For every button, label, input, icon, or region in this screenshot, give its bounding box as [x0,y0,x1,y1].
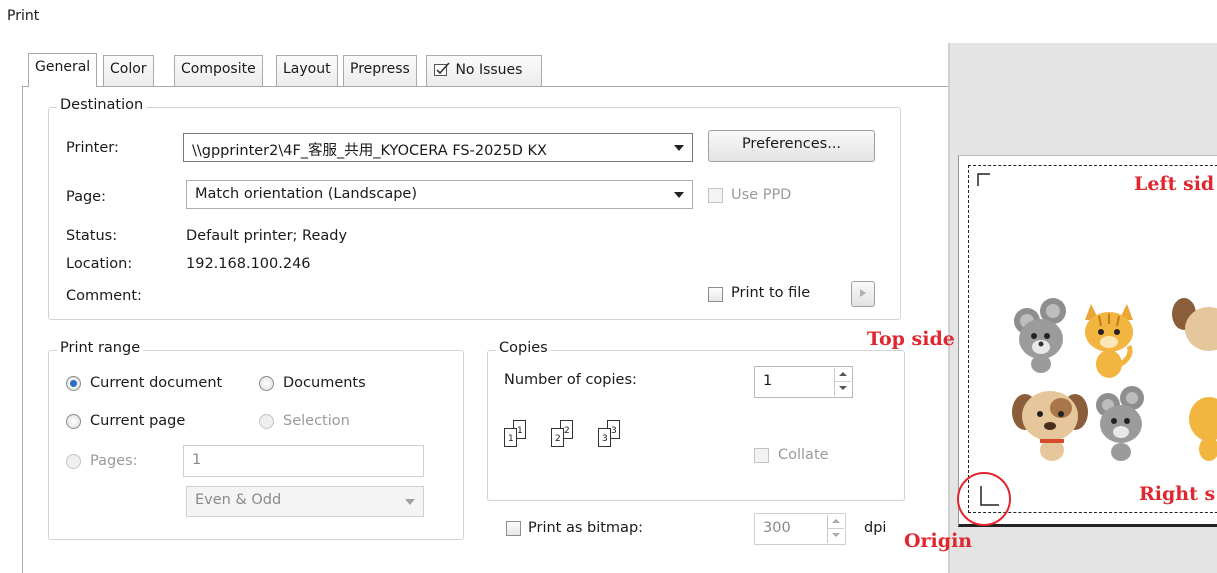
dpi-value: 300 [763,520,791,536]
cat-icon [1189,397,1217,461]
top-left-corner-mark-icon [977,173,990,186]
documents-label: Documents [283,375,366,391]
origin-highlight-circle-icon [957,472,1011,526]
status-label: Status: [66,228,118,244]
top-side-annotation: Top side [867,328,955,350]
tab-label: Color [110,61,147,77]
collate-page-back: 1 [504,428,517,447]
tab-general[interactable]: General [28,53,98,87]
right-side-annotation: Right s [1139,483,1216,505]
copies-stepper[interactable]: 1 [754,366,853,398]
selection-radio[interactable] [259,414,274,429]
tab-label: No Issues [455,62,523,78]
page-subset-select[interactable]: Even & Odd [186,486,424,517]
dpi-spin-buttons[interactable] [827,515,844,543]
printer-select-value: \\gpprinter2\4F_客服_共用_KYOCERA FS-2025D K… [192,143,547,159]
tab-prepress[interactable]: Prepress [343,55,417,86]
pages-label: Pages: [90,453,138,469]
tab-label: Composite [181,61,256,77]
current-document-radio[interactable] [66,376,81,391]
collate-page-back: 3 [598,428,611,447]
status-value: Default printer; Ready [186,228,348,244]
tab-label: General [35,59,91,75]
preferences-button[interactable]: Preferences... [708,130,875,162]
copies-legend: Copies [496,340,551,356]
chevron-down-icon [674,192,684,198]
page-select-value: Match orientation (Landscape) [195,186,417,202]
print-to-file-checkbox[interactable] [708,287,723,302]
use-ppd-label: Use PPD [731,187,792,203]
tab-composite[interactable]: Composite [174,55,263,86]
tab-color[interactable]: Color [103,55,154,86]
comment-label: Comment: [66,288,142,304]
mouse-icon [1096,386,1144,461]
chevron-down-icon [405,499,415,505]
play-right-icon [860,289,866,297]
left-side-annotation: Left sid [1134,173,1215,195]
increment-icon[interactable] [835,368,851,382]
page-subset-value: Even & Odd [195,492,282,508]
print-range-legend: Print range [57,340,144,356]
dog-icon [1012,391,1088,461]
dog-icon [1172,298,1217,351]
decrement-icon[interactable] [835,382,851,396]
copies-spin-buttons[interactable] [834,368,851,396]
current-page-label: Current page [90,413,186,429]
copies-value: 1 [763,373,773,389]
increment-icon[interactable] [828,515,844,529]
pages-radio[interactable] [66,454,81,469]
destination-legend: Destination [57,97,147,113]
print-file-browse-button[interactable] [851,281,875,307]
printer-label: Printer: [66,140,119,156]
use-ppd-checkbox[interactable] [708,188,723,203]
collate-page-back: 2 [551,428,564,447]
preview-artwork-animals [1012,298,1217,461]
selection-label: Selection [283,413,350,429]
collate-icon: 1 1 2 2 3 3 [504,420,644,462]
tab-label: Layout [283,61,331,77]
printer-select[interactable]: \\gpprinter2\4F_客服_共用_KYOCERA FS-2025D K… [183,133,693,162]
number-of-copies-label: Number of copies: [504,372,637,388]
dpi-stepper[interactable]: 300 [754,513,846,545]
cat-icon [1085,304,1133,378]
tab-layout[interactable]: Layout [276,55,338,86]
window-title: Print [7,8,40,24]
location-value: 192.168.100.246 [186,256,311,272]
page-select[interactable]: Match orientation (Landscape) [186,180,693,209]
chevron-down-icon [674,145,684,151]
documents-radio[interactable] [259,376,274,391]
tab-no-issues[interactable]: No Issues [426,55,542,86]
issues-check-icon [434,62,450,76]
collate-checkbox[interactable] [754,448,769,463]
print-as-bitmap-label: Print as bitmap: [528,520,644,536]
print-to-file-label: Print to file [731,285,811,301]
print-as-bitmap-checkbox[interactable] [506,521,521,536]
pages-input[interactable]: 1 [183,445,424,477]
page-label: Page: [66,189,106,205]
location-label: Location: [66,256,133,272]
mouse-icon [1014,298,1066,373]
collate-label: Collate [778,447,829,463]
tab-label: Prepress [350,61,410,77]
current-page-radio[interactable] [66,414,81,429]
origin-annotation: Origin [904,530,973,552]
decrement-icon[interactable] [828,529,844,543]
current-document-label: Current document [90,375,223,391]
dpi-unit-label: dpi [864,520,887,536]
